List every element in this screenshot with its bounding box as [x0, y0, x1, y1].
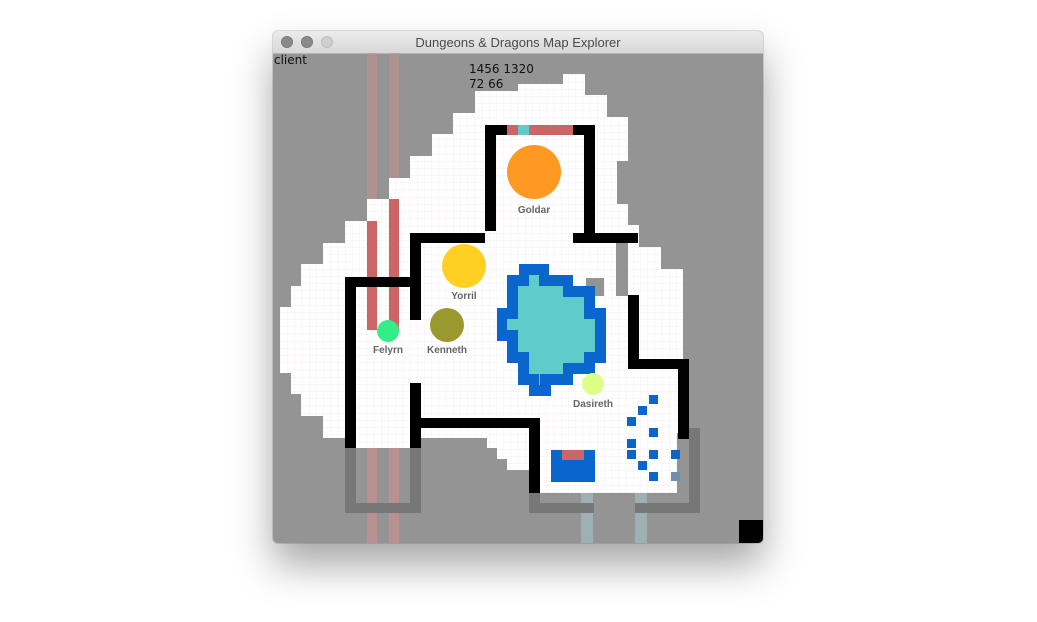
door-top[interactable] [507, 125, 573, 135]
door-top-water [518, 125, 529, 135]
corner-indicator[interactable] [739, 520, 763, 543]
faded-door-column [389, 448, 399, 543]
token-circle[interactable] [430, 308, 464, 342]
app-window: Dungeons & Dragons Map Explorer Goldar Y… [273, 31, 763, 543]
coord-readout-line1: 1456 1320 [469, 62, 534, 76]
client-label: client [274, 53, 307, 67]
faded-door-column [367, 448, 377, 543]
window-title: Dungeons & Dragons Map Explorer [415, 35, 621, 50]
token-name-label: Kenneth [427, 345, 467, 356]
token-circle[interactable] [507, 145, 561, 199]
token-circle[interactable] [442, 244, 486, 288]
token-name-label: Yorril [451, 291, 477, 302]
map-canvas[interactable]: Goldar Yorril Kenneth Felyrn Dasireth client… [273, 53, 763, 543]
token-circle[interactable] [377, 320, 399, 342]
blue-room-door[interactable] [562, 450, 584, 460]
token-name-label: Goldar [518, 205, 550, 216]
dungeon-map[interactable]: Goldar Yorril Kenneth Felyrn Dasireth [273, 53, 763, 543]
fog-patch [616, 234, 628, 296]
scattered-tile-faded [671, 472, 680, 481]
door-left[interactable] [389, 199, 399, 330]
token-name-label: Dasireth [573, 399, 613, 410]
token-name-label: Felyrn [373, 345, 403, 356]
door-left[interactable] [367, 221, 377, 330]
coord-readout-line2: 72 66 [469, 77, 504, 91]
token-circle[interactable] [582, 373, 604, 395]
title-bar[interactable]: Dungeons & Dragons Map Explorer [273, 31, 763, 54]
